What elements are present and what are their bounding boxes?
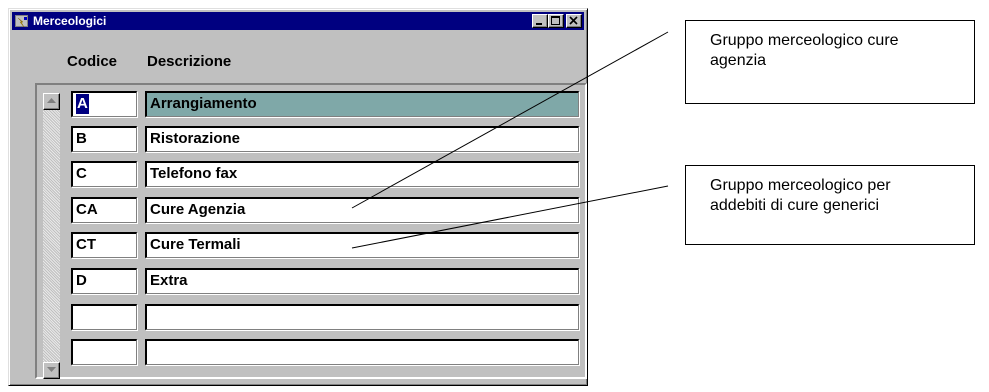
leader-line-cure-generiche [351,185,669,249]
callout-leader-lines [351,31,669,249]
leader-line-cure-agenzia [351,31,669,209]
